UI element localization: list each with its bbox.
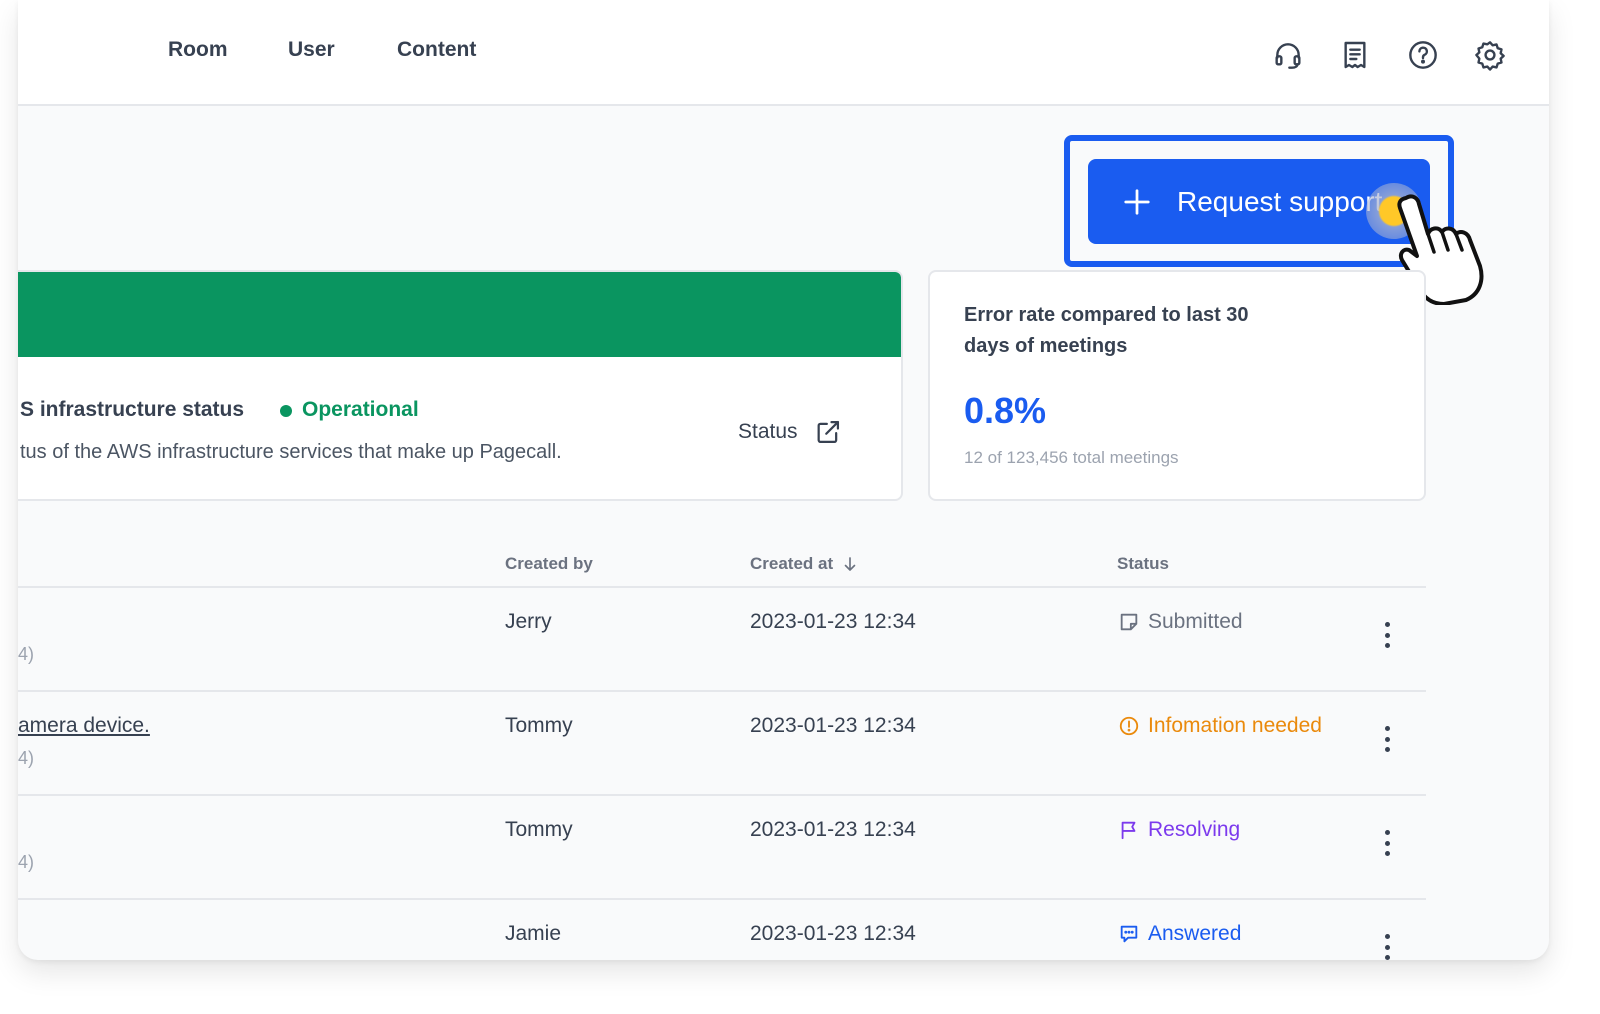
row-menu-button[interactable]: [1375, 620, 1399, 650]
infra-status-title: S infrastructure status: [20, 398, 245, 421]
table-row[interactable]: 4) Jerry 2023-01-23 12:34 Submitted: [18, 588, 1426, 692]
row-created-by: Jerry: [505, 610, 552, 633]
column-header-created-by[interactable]: Created by: [505, 554, 593, 574]
row-status-label: Infomation needed: [1148, 714, 1322, 737]
row-status: Resolving: [1118, 818, 1240, 842]
plus-icon: [1124, 188, 1150, 215]
row-status-label: Resolving: [1148, 818, 1241, 841]
nav-content[interactable]: Content: [397, 38, 476, 62]
chat-icon: [1120, 925, 1138, 943]
row-subtext: 4): [18, 748, 35, 768]
error-rate-card: Error rate compared to last 30 days of m…: [928, 270, 1426, 501]
row-created-by: Jamie: [505, 922, 562, 945]
settings-icon[interactable]: [1471, 36, 1509, 74]
flag-icon: [1121, 821, 1136, 840]
row-created-at: 2023-01-23 12:34: [750, 610, 916, 633]
row-status: Answered: [1118, 922, 1241, 946]
error-rate-subtitle: 12 of 123,456 total meetings: [964, 448, 1179, 467]
table-row[interactable]: Jamie 2023-01-23 12:34 Answered: [18, 900, 1426, 960]
status-page-link[interactable]: Status: [738, 418, 842, 446]
infra-status-description: tus of the AWS infrastructure services t…: [20, 441, 562, 463]
row-title[interactable]: amera device.: [18, 714, 150, 738]
row-menu-button[interactable]: [1375, 828, 1399, 858]
row-menu-button[interactable]: [1375, 932, 1399, 960]
operational-status: Operational: [302, 398, 419, 421]
error-rate-value: 0.8%: [964, 390, 1047, 431]
top-bar: Room User Content: [18, 0, 1549, 106]
created-at-label: Created at: [750, 554, 834, 573]
row-created-at: 2023-01-23 12:34: [750, 818, 916, 841]
note-icon: [1120, 613, 1138, 631]
nav-user[interactable]: User: [288, 38, 335, 62]
column-header-created-at[interactable]: Created at: [750, 554, 859, 574]
row-status-label: Answered: [1148, 922, 1242, 945]
table-row[interactable]: 4) Tommy 2023-01-23 12:34 Resolving: [18, 796, 1426, 900]
nav-room[interactable]: Room: [168, 38, 228, 62]
alert-circle-icon: [1119, 716, 1139, 736]
column-header-status[interactable]: Status: [1117, 554, 1169, 574]
help-icon[interactable]: [1404, 36, 1442, 74]
row-created-at: 2023-01-23 12:34: [750, 714, 916, 737]
row-status-label: Submitted: [1148, 610, 1243, 633]
row-created-at: 2023-01-23 12:34: [750, 922, 916, 945]
row-created-by: Tommy: [505, 714, 573, 737]
app-window: Room User Content Request support S infr…: [18, 0, 1549, 960]
status-link-label: Status: [738, 420, 798, 443]
operational-dot-icon: [280, 405, 292, 417]
row-status: Submitted: [1118, 610, 1243, 634]
sort-down-icon: [844, 557, 856, 571]
infra-status-card: S infrastructure status Operational tus …: [18, 270, 903, 501]
table-row[interactable]: amera device. 4) Tommy 2023-01-23 12:34 …: [18, 692, 1426, 796]
row-subtext: 4): [18, 852, 35, 872]
status-banner: [18, 272, 901, 357]
headset-icon[interactable]: [1269, 36, 1307, 74]
request-support-label: Request support: [1177, 185, 1383, 217]
row-menu-button[interactable]: [1375, 724, 1399, 754]
external-link-icon: [817, 420, 839, 444]
receipt-icon[interactable]: [1336, 36, 1374, 74]
row-subtext: 4): [18, 644, 35, 664]
row-status: Infomation needed: [1118, 714, 1322, 738]
row-created-by: Tommy: [505, 818, 573, 841]
error-rate-title: Error rate compared to last 30 days of m…: [964, 304, 1249, 357]
